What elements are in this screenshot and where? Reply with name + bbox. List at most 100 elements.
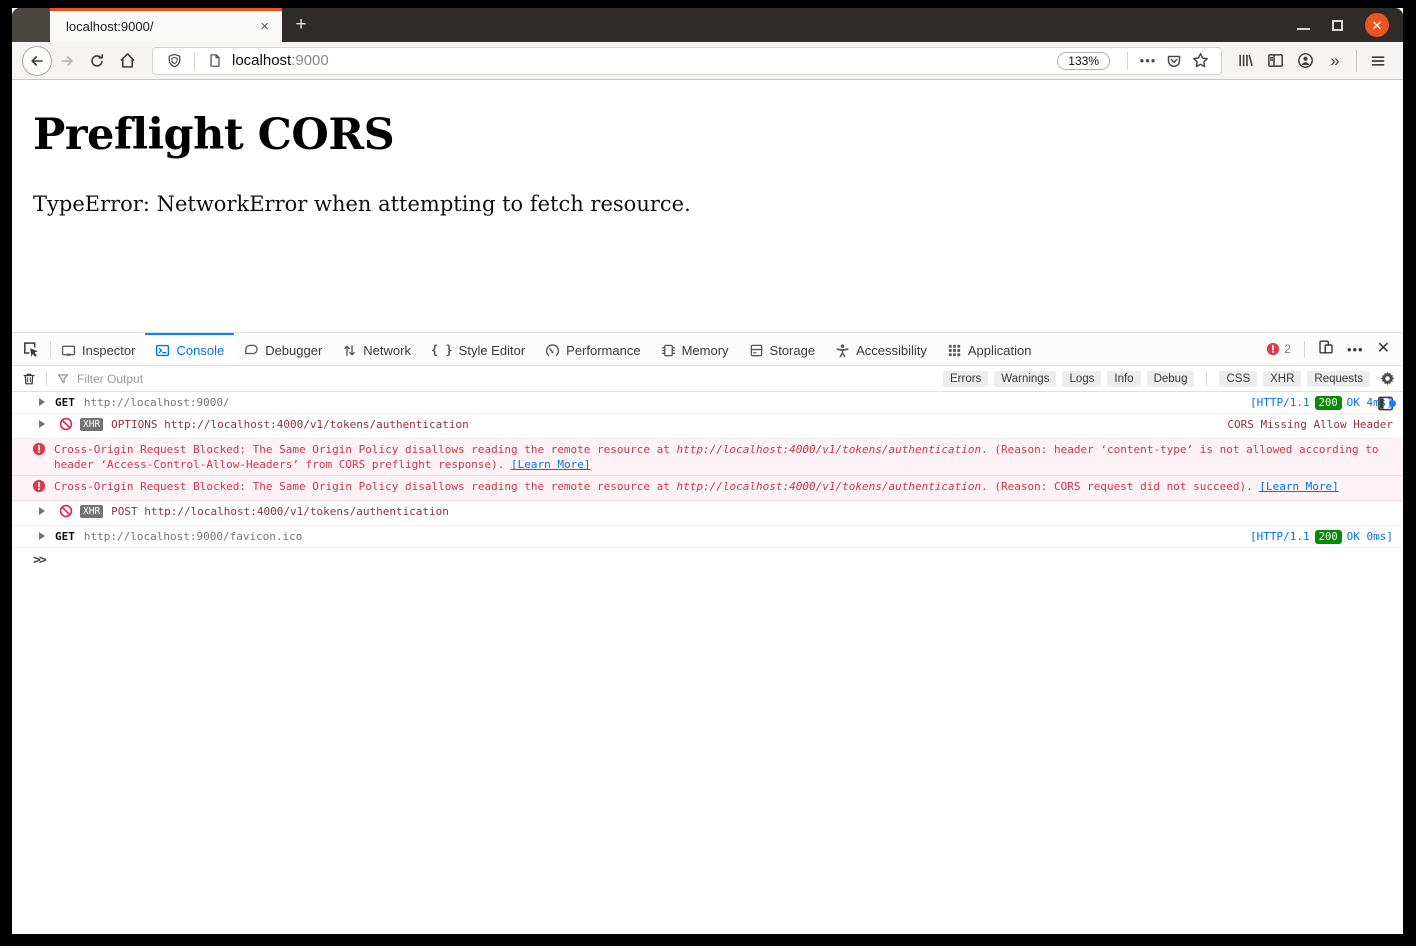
tab-accessibility[interactable]: Accessibility [825,333,937,365]
home-icon [119,53,135,68]
learn-more-link[interactable]: [Learn More] [511,458,590,471]
expand-triangle-icon[interactable] [39,420,45,428]
expand-triangle-icon[interactable] [39,398,45,406]
pick-element-button[interactable] [12,333,50,365]
accessibility-icon [836,343,849,357]
error-count-badge[interactable]: 2 [1266,342,1291,356]
learn-more-link[interactable]: [Learn More] [1259,480,1338,493]
devtools-tabbar-right: 2 ••• ✕ [1266,333,1403,365]
console-output: GET http://localhost:9000/ [HTTP/1.1 200… [12,392,1403,934]
home-button[interactable] [112,46,142,76]
tab-inspector[interactable]: Inspector [51,333,145,365]
reload-button[interactable] [82,46,112,76]
new-tab-button[interactable]: + [282,8,320,42]
memory-icon [661,344,675,356]
bookmark-star-icon[interactable] [1187,48,1213,74]
notification-dot [1389,400,1396,407]
error-count: 2 [1284,342,1291,356]
console-row-request: GET http://localhost:9000/ [HTTP/1.1 200… [12,392,1403,414]
tab-close-icon[interactable]: × [255,17,274,36]
filter-requests-button[interactable]: Requests [1307,370,1370,387]
tab-localhost[interactable]: localhost:9000/ × [50,8,282,42]
inspector-icon [61,345,76,356]
tracking-protection-shield-icon[interactable] [161,48,187,74]
filter-xhr-button[interactable]: XHR [1263,370,1302,387]
titlebar: localhost:9000/ × + ✕ [12,8,1403,42]
overflow-menu-button[interactable]: » [1320,46,1350,76]
back-button[interactable] [22,45,52,76]
expand-triangle-icon[interactable] [39,532,45,540]
page-actions-button[interactable]: ••• [1135,48,1161,74]
expand-triangle-icon[interactable] [39,507,45,515]
error-message: Cross-Origin Request Blocked: The Same O… [54,443,1379,471]
application-icon [948,344,960,356]
tab-storage[interactable]: Storage [739,333,826,365]
blocked-icon [59,504,73,522]
pocket-icon[interactable] [1161,48,1187,74]
filter-css-button[interactable]: CSS [1219,370,1258,387]
console-row-blocked: XHR OPTIONS http://localhost:4000/v1/tok… [12,414,1403,439]
tab-console[interactable]: Console [145,333,235,365]
network-icon [344,344,356,356]
page-info-icon[interactable] [202,48,228,74]
filter-info-button[interactable]: Info [1107,370,1141,387]
desktop: localhost:9000/ × + ✕ localhost:9000 133… [0,0,1416,946]
filter-errors-button[interactable]: Errors [942,370,989,387]
error-message: Cross-Origin Request Blocked: The Same O… [54,480,1339,493]
minimize-button[interactable] [1297,28,1310,30]
console-icon [156,344,170,356]
tab-debugger[interactable]: Debugger [234,333,332,365]
page-content: Preflight CORS TypeError: NetworkError w… [12,80,1403,332]
clear-console-button[interactable] [12,372,46,386]
sidebar-toggle-icon[interactable] [1260,46,1290,76]
filter-group-divider [1206,371,1208,386]
performance-icon [546,343,560,356]
console-input-row[interactable]: >> [12,396,1403,568]
devtools-panel: Inspector Console Debugger Network { } S… [12,332,1403,934]
xhr-badge: XHR [80,505,104,518]
account-icon[interactable] [1290,46,1320,76]
filter-warnings-button[interactable]: Warnings [994,370,1057,387]
http-status-detail: OK 0ms] [1346,530,1393,543]
filter-funnel-icon [57,373,69,383]
url-bar[interactable]: localhost:9000 133% ••• [152,46,1222,75]
back-icon [31,55,43,66]
devtools-separator-2 [1303,340,1305,358]
tab-application[interactable]: Application [937,333,1042,365]
devtools-close-button[interactable]: ✕ [1377,341,1390,357]
status-code-badge: 200 [1314,529,1342,544]
close-button[interactable]: ✕ [1365,13,1389,37]
error-icon [1267,342,1280,356]
tab-memory[interactable]: Memory [651,333,739,365]
responsive-design-mode-button[interactable] [1318,339,1334,360]
window-controls: ✕ [1297,8,1403,42]
console-settings-button[interactable] [1380,371,1395,386]
tab-network[interactable]: Network [332,333,421,365]
http-status: [HTTP/1.1 [1250,530,1310,543]
library-icon[interactable] [1230,46,1260,76]
http-status: [HTTP/1.1 [1250,396,1310,409]
xhr-badge: XHR [80,418,104,431]
forward-button[interactable] [52,46,82,76]
maximize-button[interactable] [1332,19,1343,31]
error-url: http://localhost:4000/v1/tokens/authenti… [676,480,982,493]
blocked-reason: CORS Missing Allow Header [1227,418,1393,431]
request-url: http://localhost:9000/ [83,396,230,409]
devtools-meatball-menu[interactable]: ••• [1347,342,1364,357]
console-row-blocked: XHR POST http://localhost:4000/v1/tokens… [12,501,1403,526]
urlbar-divider [194,51,195,70]
request-method: GET [55,530,75,543]
filter-logs-button[interactable]: Logs [1062,370,1102,387]
split-console-button[interactable] [1377,395,1396,415]
filter-debug-button[interactable]: Debug [1146,370,1195,387]
tab-style-editor[interactable]: { } Style Editor [421,333,535,365]
page-heading: Preflight CORS [33,110,395,160]
debugger-icon [245,344,258,354]
error-icon [32,442,46,460]
titlebar-drag-area [320,8,1297,42]
zoom-level-button[interactable]: 133% [1057,51,1110,70]
hamburger-menu-button[interactable] [1363,46,1393,76]
tab-performance[interactable]: Performance [535,333,650,365]
filter-output-input[interactable] [75,370,937,387]
page-message: TypeError: NetworkError when attempting … [33,192,691,216]
